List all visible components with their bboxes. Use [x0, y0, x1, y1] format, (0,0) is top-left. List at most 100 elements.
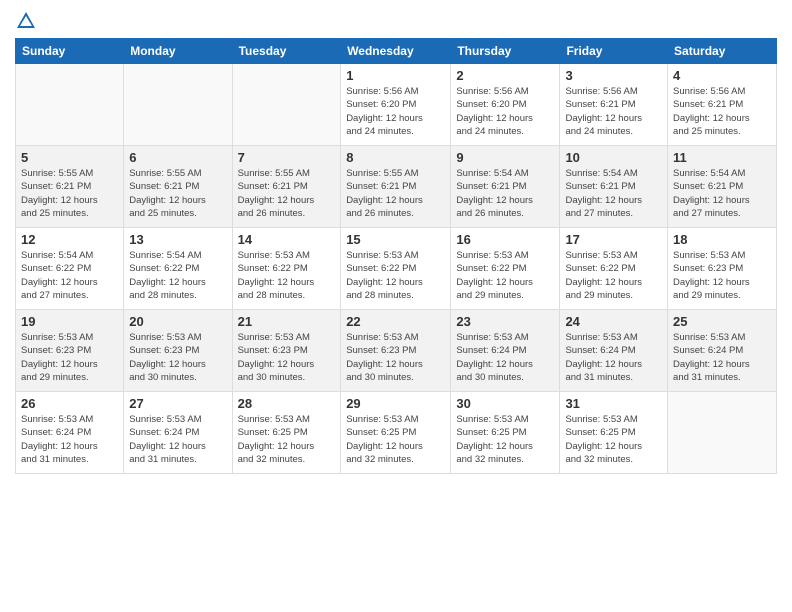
day-number: 18	[673, 232, 771, 247]
day-info: Sunrise: 5:54 AM Sunset: 6:21 PM Dayligh…	[565, 167, 662, 220]
day-info: Sunrise: 5:53 AM Sunset: 6:24 PM Dayligh…	[456, 331, 554, 384]
calendar-week-row: 26Sunrise: 5:53 AM Sunset: 6:24 PM Dayli…	[16, 392, 777, 474]
day-number: 29	[346, 396, 445, 411]
calendar-cell: 20 Sunrise: 5:53 AM Sunset: 6:23 PM Dayli…	[124, 310, 232, 392]
day-info: Sunrise: 5:54 AM Sunset: 6:21 PM Dayligh…	[673, 167, 771, 220]
day-info: Sunrise: 5:53 AM Sunset: 6:23 PM Dayligh…	[129, 331, 226, 384]
day-number: 6	[129, 150, 226, 165]
day-number: 9	[456, 150, 554, 165]
day-number: 4	[673, 68, 771, 83]
calendar-cell: 9 Sunrise: 5:54 AM Sunset: 6:21 PM Daylig…	[451, 146, 560, 228]
logo	[15, 10, 39, 32]
day-number: 5	[21, 150, 118, 165]
day-number: 25	[673, 314, 771, 329]
day-info: Sunrise: 5:53 AM Sunset: 6:24 PM Dayligh…	[129, 413, 226, 466]
day-info: Sunrise: 5:54 AM Sunset: 6:22 PM Dayligh…	[21, 249, 118, 302]
weekday-header-monday: Monday	[124, 39, 232, 64]
calendar-cell: 21 Sunrise: 5:53 AM Sunset: 6:23 PM Dayli…	[232, 310, 341, 392]
calendar-cell: 5Sunrise: 5:55 AM Sunset: 6:21 PM Daylig…	[16, 146, 124, 228]
day-number: 1	[346, 68, 445, 83]
day-info: Sunrise: 5:53 AM Sunset: 6:24 PM Dayligh…	[565, 331, 662, 384]
day-number: 17	[565, 232, 662, 247]
day-info: Sunrise: 5:53 AM Sunset: 6:25 PM Dayligh…	[456, 413, 554, 466]
day-number: 15	[346, 232, 445, 247]
calendar-header-row: SundayMondayTuesdayWednesdayThursdayFrid…	[16, 39, 777, 64]
day-number: 28	[238, 396, 336, 411]
day-info: Sunrise: 5:53 AM Sunset: 6:24 PM Dayligh…	[673, 331, 771, 384]
day-info: Sunrise: 5:55 AM Sunset: 6:21 PM Dayligh…	[129, 167, 226, 220]
calendar-cell: 28 Sunrise: 5:53 AM Sunset: 6:25 PM Dayli…	[232, 392, 341, 474]
calendar-cell	[16, 64, 124, 146]
day-number: 8	[346, 150, 445, 165]
day-number: 30	[456, 396, 554, 411]
weekday-header-thursday: Thursday	[451, 39, 560, 64]
calendar-cell: 27Sunrise: 5:53 AM Sunset: 6:24 PM Dayli…	[124, 392, 232, 474]
day-number: 7	[238, 150, 336, 165]
day-number: 19	[21, 314, 118, 329]
calendar-cell: 16 Sunrise: 5:53 AM Sunset: 6:22 PM Dayli…	[451, 228, 560, 310]
calendar-cell: 29 Sunrise: 5:53 AM Sunset: 6:25 PM Dayli…	[341, 392, 451, 474]
calendar-cell: 22 Sunrise: 5:53 AM Sunset: 6:23 PM Dayli…	[341, 310, 451, 392]
weekday-header-tuesday: Tuesday	[232, 39, 341, 64]
day-number: 2	[456, 68, 554, 83]
day-number: 31	[565, 396, 662, 411]
calendar-cell: 12 Sunrise: 5:54 AM Sunset: 6:22 PM Dayli…	[16, 228, 124, 310]
day-info: Sunrise: 5:53 AM Sunset: 6:22 PM Dayligh…	[565, 249, 662, 302]
calendar-cell: 13 Sunrise: 5:54 AM Sunset: 6:22 PM Dayli…	[124, 228, 232, 310]
day-info: Sunrise: 5:53 AM Sunset: 6:23 PM Dayligh…	[673, 249, 771, 302]
calendar-cell: 6 Sunrise: 5:55 AM Sunset: 6:21 PM Daylig…	[124, 146, 232, 228]
day-info: Sunrise: 5:53 AM Sunset: 6:23 PM Dayligh…	[238, 331, 336, 384]
day-info: Sunrise: 5:56 AM Sunset: 6:21 PM Dayligh…	[673, 85, 771, 138]
weekday-header-saturday: Saturday	[668, 39, 777, 64]
day-number: 20	[129, 314, 226, 329]
calendar-cell: 23 Sunrise: 5:53 AM Sunset: 6:24 PM Dayli…	[451, 310, 560, 392]
day-info: Sunrise: 5:54 AM Sunset: 6:21 PM Dayligh…	[456, 167, 554, 220]
day-info: Sunrise: 5:56 AM Sunset: 6:20 PM Dayligh…	[456, 85, 554, 138]
day-info: Sunrise: 5:55 AM Sunset: 6:21 PM Dayligh…	[238, 167, 336, 220]
day-number: 3	[565, 68, 662, 83]
calendar-week-row: 12 Sunrise: 5:54 AM Sunset: 6:22 PM Dayli…	[16, 228, 777, 310]
calendar-cell: 26Sunrise: 5:53 AM Sunset: 6:24 PM Dayli…	[16, 392, 124, 474]
calendar-cell: 10 Sunrise: 5:54 AM Sunset: 6:21 PM Dayli…	[560, 146, 668, 228]
day-info: Sunrise: 5:56 AM Sunset: 6:20 PM Dayligh…	[346, 85, 445, 138]
day-info: Sunrise: 5:53 AM Sunset: 6:22 PM Dayligh…	[238, 249, 336, 302]
day-number: 14	[238, 232, 336, 247]
calendar-cell: 11 Sunrise: 5:54 AM Sunset: 6:21 PM Dayli…	[668, 146, 777, 228]
day-info: Sunrise: 5:53 AM Sunset: 6:25 PM Dayligh…	[346, 413, 445, 466]
day-number: 22	[346, 314, 445, 329]
day-info: Sunrise: 5:53 AM Sunset: 6:25 PM Dayligh…	[565, 413, 662, 466]
calendar-cell: 18 Sunrise: 5:53 AM Sunset: 6:23 PM Dayli…	[668, 228, 777, 310]
calendar-cell: 24Sunrise: 5:53 AM Sunset: 6:24 PM Dayli…	[560, 310, 668, 392]
calendar-cell: 4 Sunrise: 5:56 AM Sunset: 6:21 PM Daylig…	[668, 64, 777, 146]
calendar-cell: 14 Sunrise: 5:53 AM Sunset: 6:22 PM Dayli…	[232, 228, 341, 310]
calendar-cell: 8 Sunrise: 5:55 AM Sunset: 6:21 PM Daylig…	[341, 146, 451, 228]
day-info: Sunrise: 5:53 AM Sunset: 6:25 PM Dayligh…	[238, 413, 336, 466]
day-info: Sunrise: 5:54 AM Sunset: 6:22 PM Dayligh…	[129, 249, 226, 302]
calendar-cell	[124, 64, 232, 146]
calendar-cell: 3 Sunrise: 5:56 AM Sunset: 6:21 PM Daylig…	[560, 64, 668, 146]
day-number: 16	[456, 232, 554, 247]
day-number: 12	[21, 232, 118, 247]
day-number: 10	[565, 150, 662, 165]
day-info: Sunrise: 5:53 AM Sunset: 6:23 PM Dayligh…	[346, 331, 445, 384]
header	[15, 10, 777, 32]
day-info: Sunrise: 5:55 AM Sunset: 6:21 PM Dayligh…	[346, 167, 445, 220]
calendar-cell	[232, 64, 341, 146]
day-info: Sunrise: 5:53 AM Sunset: 6:22 PM Dayligh…	[456, 249, 554, 302]
day-number: 23	[456, 314, 554, 329]
weekday-header-wednesday: Wednesday	[341, 39, 451, 64]
calendar-cell: 31 Sunrise: 5:53 AM Sunset: 6:25 PM Dayli…	[560, 392, 668, 474]
calendar-cell: 25 Sunrise: 5:53 AM Sunset: 6:24 PM Dayli…	[668, 310, 777, 392]
calendar-cell: 17 Sunrise: 5:53 AM Sunset: 6:22 PM Dayli…	[560, 228, 668, 310]
day-info: Sunrise: 5:53 AM Sunset: 6:24 PM Dayligh…	[21, 413, 118, 466]
calendar-cell: 19 Sunrise: 5:53 AM Sunset: 6:23 PM Dayli…	[16, 310, 124, 392]
calendar-cell: 1 Sunrise: 5:56 AM Sunset: 6:20 PM Daylig…	[341, 64, 451, 146]
day-number: 21	[238, 314, 336, 329]
day-number: 13	[129, 232, 226, 247]
day-number: 11	[673, 150, 771, 165]
calendar-cell: 2 Sunrise: 5:56 AM Sunset: 6:20 PM Daylig…	[451, 64, 560, 146]
day-info: Sunrise: 5:53 AM Sunset: 6:23 PM Dayligh…	[21, 331, 118, 384]
logo-icon	[15, 10, 37, 32]
page-container: SundayMondayTuesdayWednesdayThursdayFrid…	[0, 0, 792, 479]
day-info: Sunrise: 5:56 AM Sunset: 6:21 PM Dayligh…	[565, 85, 662, 138]
